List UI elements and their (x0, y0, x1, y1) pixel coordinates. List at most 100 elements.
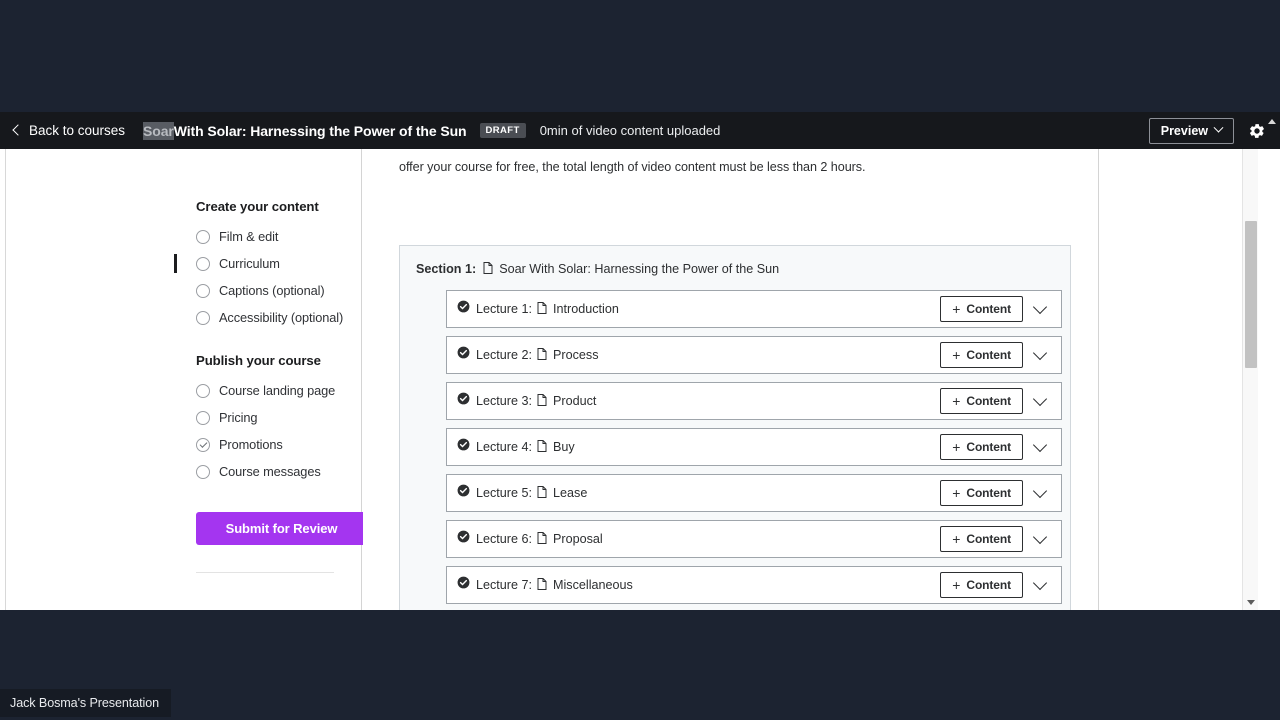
sidebar-item-label: Curriculum (219, 256, 280, 271)
plus-icon: + (952, 484, 961, 501)
sidebar-item-label: Film & edit (219, 229, 279, 244)
sidebar-item-label: Promotions (219, 437, 283, 452)
triangle-down-icon (1247, 599, 1255, 605)
radio-check-icon (196, 437, 210, 452)
page-frame: Create your content Film & edit Curricul… (5, 149, 1258, 610)
lecture-row[interactable]: Lecture 3: Product + Content (446, 382, 1062, 420)
add-content-button[interactable]: + Content (940, 572, 1023, 598)
lecture-row-actions: + Content (940, 342, 1061, 368)
add-content-label: Content (966, 532, 1011, 546)
document-icon (536, 532, 553, 546)
add-content-button[interactable]: + Content (940, 434, 1023, 460)
add-content-button[interactable]: + Content (940, 342, 1023, 368)
chevron-down-icon[interactable] (1032, 345, 1048, 361)
lecture-row-actions: + Content (940, 296, 1061, 322)
add-content-label: Content (966, 302, 1011, 316)
lecture-label: Lecture 5: Lease (476, 486, 587, 500)
lecture-row-actions: + Content (940, 480, 1061, 506)
section-title: Soar With Solar: Harnessing the Power of… (499, 262, 780, 276)
chevron-down-icon[interactable] (1032, 529, 1048, 545)
scroll-down-arrow[interactable] (1243, 594, 1258, 610)
back-to-courses-label: Back to courses (29, 123, 126, 138)
lecture-number: Lecture 7: (476, 578, 533, 592)
course-title: SoarWith Solar: Harnessing the Power of … (143, 121, 467, 140)
section-card: Section 1: Soar With Solar: Harnessing t… (399, 245, 1071, 610)
lecture-row-actions: + Content (940, 572, 1061, 598)
course-title-selected-word: Soar (143, 121, 174, 140)
vertical-scrollbar[interactable] (1242, 149, 1258, 610)
back-to-courses-link[interactable]: Back to courses (12, 123, 126, 138)
submit-for-review-button[interactable]: Submit for Review (196, 512, 367, 545)
lecture-row[interactable]: Lecture 2: Process + Content (446, 336, 1062, 374)
add-content-label: Content (966, 394, 1011, 408)
section-header[interactable]: Section 1: Soar With Solar: Harnessing t… (400, 262, 1070, 276)
check-circle-icon (457, 392, 476, 410)
add-content-button[interactable]: + Content (940, 526, 1023, 552)
lecture-row[interactable]: Lecture 4: Buy + Content (446, 428, 1062, 466)
lecture-number: Lecture 4: (476, 440, 533, 454)
plus-icon: + (952, 576, 961, 593)
sidebar-group-title-publish: Publish your course (196, 353, 321, 368)
sidebar-item-label: Pricing (219, 410, 258, 425)
radio-icon (196, 310, 210, 325)
lecture-number: Lecture 3: (476, 394, 533, 408)
triangle-up-icon (1268, 118, 1276, 124)
course-editor-window: Back to courses SoarWith Solar: Harnessi… (0, 112, 1280, 610)
preview-button[interactable]: Preview (1148, 117, 1234, 144)
lecture-row[interactable]: Lecture 1: Introduction + Content (446, 290, 1062, 328)
lecture-label: Lecture 7: Miscellaneous (476, 578, 633, 592)
radio-icon (196, 410, 210, 425)
chevron-down-icon[interactable] (1032, 483, 1048, 499)
lecture-number: Lecture 1: (476, 302, 533, 316)
sidebar-item-captions[interactable]: Captions (optional) (169, 277, 361, 304)
lecture-row-actions: + Content (940, 434, 1061, 460)
lecture-title: Process (553, 348, 599, 362)
app-topbar: Back to courses SoarWith Solar: Harnessi… (0, 112, 1280, 149)
document-icon (536, 394, 553, 408)
chevron-down-icon[interactable] (1032, 391, 1048, 407)
radio-icon (196, 256, 210, 271)
scroll-up-arrow[interactable] (1264, 112, 1280, 130)
radio-icon (196, 464, 210, 479)
right-empty-pane (1100, 149, 1248, 610)
sidebar-item-label: Course landing page (219, 383, 336, 398)
sidebar-item-pricing[interactable]: Pricing (169, 404, 361, 431)
sidebar-divider (196, 572, 334, 573)
preview-label: Preview (1160, 123, 1208, 138)
lecture-label: Lecture 1: Introduction (476, 302, 619, 316)
lecture-row[interactable]: Lecture 5: Lease + Content (446, 474, 1062, 512)
topbar-actions: Preview (1148, 117, 1280, 144)
lecture-row[interactable]: Lecture 7: Miscellaneous + Content (446, 566, 1062, 604)
window-body: Create your content Film & edit Curricul… (0, 149, 1280, 610)
sidebar-item-label: Accessibility (optional) (219, 310, 344, 325)
section-prefix: Section 1: (416, 262, 477, 276)
document-icon (536, 348, 553, 362)
scrollbar-thumb[interactable] (1245, 221, 1257, 368)
document-icon (482, 262, 499, 276)
sidebar-item-promotions[interactable]: Promotions (169, 431, 361, 458)
add-content-button[interactable]: + Content (940, 480, 1023, 506)
add-content-label: Content (966, 486, 1011, 500)
sidebar-item-accessibility[interactable]: Accessibility (optional) (169, 304, 361, 331)
plus-icon: + (952, 346, 961, 363)
check-circle-icon (457, 484, 476, 502)
lecture-row[interactable]: Lecture 6: Proposal + Content (446, 520, 1062, 558)
sidebar-item-label: Course messages (219, 464, 321, 479)
add-content-button[interactable]: + Content (940, 296, 1023, 322)
chevron-down-icon[interactable] (1032, 575, 1048, 591)
sidebar-item-course-messages[interactable]: Course messages (169, 458, 361, 485)
lecture-title: Proposal (553, 532, 603, 546)
sidebar-item-curriculum[interactable]: Curriculum (169, 250, 361, 277)
sidebar-item-course-landing-page[interactable]: Course landing page (169, 377, 361, 404)
chevron-down-icon[interactable] (1032, 437, 1048, 453)
add-content-button[interactable]: + Content (940, 388, 1023, 414)
lecture-number: Lecture 2: (476, 348, 533, 362)
chevron-down-icon[interactable] (1032, 299, 1048, 315)
sidebar-item-film-edit[interactable]: Film & edit (169, 223, 361, 250)
check-circle-icon (457, 530, 476, 548)
check-circle-icon (457, 438, 476, 456)
plus-icon: + (952, 530, 961, 547)
lecture-label: Lecture 6: Proposal (476, 532, 603, 546)
lecture-title: Miscellaneous (553, 578, 633, 592)
